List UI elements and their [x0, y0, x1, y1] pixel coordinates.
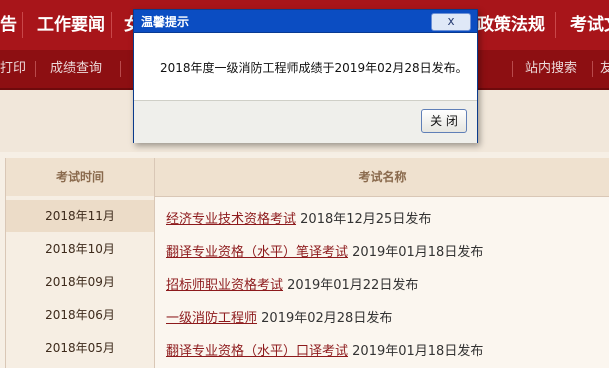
nav-item-announcement[interactable]: 告: [0, 0, 17, 50]
month-item[interactable]: 2018年09月: [6, 266, 154, 298]
exam-row: 翻译专业资格（水平）笔译考试 2019年01月18日发布: [166, 237, 483, 269]
exam-link[interactable]: 招标师职业资格考试: [166, 278, 283, 293]
exam-release-date: 2019年01月18日发布: [352, 245, 484, 260]
subnav-item-partial[interactable]: 友: [600, 50, 609, 88]
close-icon[interactable]: x: [431, 13, 471, 31]
exam-release-date: 2019年01月22日发布: [287, 278, 419, 293]
subnav-divider: [120, 61, 121, 77]
dialog-footer: 关 闭: [134, 100, 477, 143]
nav-item-exam-docs[interactable]: 考试文: [570, 0, 609, 50]
month-item[interactable]: 2018年05月: [6, 332, 154, 364]
exam-row: 一级消防工程师 2019年02月28日发布: [166, 303, 392, 335]
dialog-title-bar: 温馨提示 x: [134, 10, 477, 33]
subnav-divider: [592, 61, 593, 77]
exam-release-date: 2019年02月28日发布: [261, 311, 393, 326]
nav-divider: [22, 12, 23, 38]
notice-dialog: 温馨提示 x 2018年度一级消防工程师成绩于2019年02月28日发布。 关 …: [133, 9, 478, 143]
dialog-message: 2018年度一级消防工程师成绩于2019年02月28日发布。: [160, 61, 468, 75]
exam-row: 经济专业技术资格考试 2018年12月25日发布: [166, 204, 431, 236]
close-button[interactable]: 关 闭: [421, 109, 467, 133]
subnav-item-score-query[interactable]: 成绩查询: [50, 50, 102, 88]
exam-row: 翻译专业资格（水平）口译考试 2019年01月18日发布: [166, 336, 483, 368]
month-item[interactable]: 2018年06月: [6, 299, 154, 331]
exam-link[interactable]: 翻译专业资格（水平）笔译考试: [166, 245, 348, 260]
month-item[interactable]: 2018年11月: [6, 200, 154, 232]
dialog-body: 2018年度一级消防工程师成绩于2019年02月28日发布。: [134, 33, 477, 100]
month-list: 2018年11月 2018年10月 2018年09月 2018年06月 2018…: [6, 196, 155, 368]
exam-row: 招标师职业资格考试 2019年01月22日发布: [166, 270, 418, 302]
nav-item-work-news[interactable]: 工作要闻: [37, 0, 105, 50]
exam-release-date: 2018年12月25日发布: [300, 212, 432, 227]
exam-link[interactable]: 一级消防工程师: [166, 311, 257, 326]
nav-divider: [111, 12, 112, 38]
exam-results-table: 考试时间 考试名称 2018年11月 2018年10月 2018年09月 201…: [5, 158, 609, 368]
exam-link[interactable]: 翻译专业资格（水平）口译考试: [166, 344, 348, 359]
nav-item-policy[interactable]: 政策法规: [477, 0, 545, 50]
subnav-divider: [35, 61, 36, 77]
dialog-title: 温馨提示: [141, 15, 190, 29]
subnav-divider: [512, 61, 513, 77]
exam-link[interactable]: 经济专业技术资格考试: [166, 212, 296, 227]
month-item[interactable]: 2018年10月: [6, 233, 154, 265]
nav-divider: [555, 12, 556, 38]
table-header: 考试时间 考试名称: [6, 158, 609, 197]
exam-release-date: 2019年01月18日发布: [352, 344, 484, 359]
header-exam-name: 考试名称: [358, 170, 407, 184]
subnav-item-print[interactable]: 打印: [0, 50, 26, 88]
subnav-item-site-search[interactable]: 站内搜索: [525, 50, 577, 88]
header-exam-time: 考试时间: [6, 158, 155, 196]
